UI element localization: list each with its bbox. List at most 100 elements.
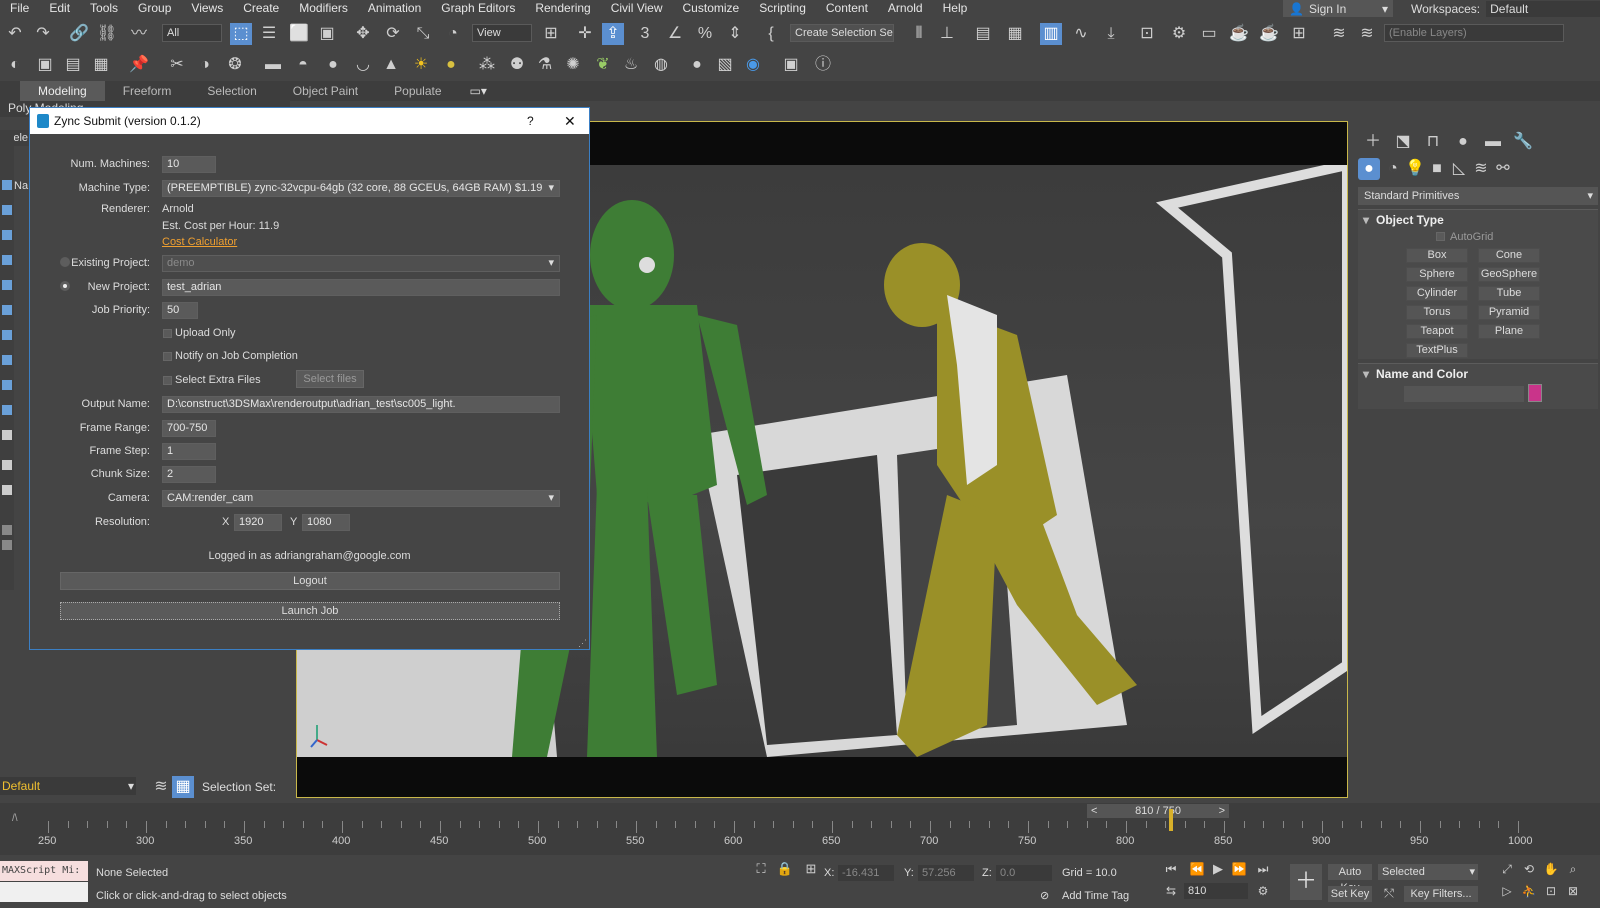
flask-icon[interactable]: ⚗ [534,54,556,76]
material-editor-icon[interactable]: ⊡ [1136,23,1158,45]
job-priority-input[interactable]: 50 [162,302,198,319]
upload-only-checkbox[interactable] [163,329,172,338]
toggle-ribbon-icon[interactable]: ▦ [1004,23,1026,45]
x-field[interactable]: -16.431 [838,865,894,881]
fur-icon[interactable]: ◍ [650,54,672,76]
primitive-category-dropdown[interactable]: Standard Primitives ▾ [1358,187,1598,205]
zoom-icon[interactable]: ⌕ [1562,858,1584,880]
cylinder-button[interactable]: Cylinder [1406,286,1468,301]
notify-checkbox[interactable] [163,352,172,361]
image-icon[interactable]: ▣ [34,54,56,76]
explorer-bones-icon[interactable] [2,405,12,415]
volume-icon[interactable]: ✺ [562,54,584,76]
select-object-icon[interactable]: ⬚ [230,23,252,45]
pan-icon[interactable]: ✋ [1540,858,1562,880]
sphere-icon[interactable]: ● [322,54,344,76]
unlink-icon[interactable]: ⛓ [96,23,118,45]
num-machines-input[interactable]: 10 [162,156,216,173]
menu-animation[interactable]: Animation [358,1,431,15]
schematic-view-icon[interactable]: ⤓ [1100,23,1122,45]
shader-icon[interactable]: ◉ [742,54,764,76]
next-frame-icon[interactable]: ⏩ [1228,858,1250,880]
scale-icon[interactable]: ⤡ [412,23,434,45]
teapot-button[interactable]: Teapot [1406,324,1468,339]
zoom-all-icon[interactable]: ⊠ [1562,880,1584,902]
menu-group[interactable]: Group [128,1,181,15]
explorer-groups-icon[interactable] [2,355,12,365]
explorer-xrefs-icon[interactable] [2,380,12,390]
field-of-view-icon[interactable]: ▷ [1496,880,1518,902]
time-slider-next[interactable]: > [1219,804,1225,818]
sun-icon[interactable]: ☀ [410,54,432,76]
machine-type-select[interactable]: (PREEMPTIBLE) zync-32vcpu-64gb (32 core,… [162,180,560,197]
spheres-icon[interactable]: ⚉ [506,54,528,76]
explorer-warps-icon[interactable] [2,330,12,340]
explorer-find-icon[interactable] [2,525,12,535]
render-icon[interactable]: ☕ [1228,23,1250,45]
modify-tab-icon[interactable]: ⬔ [1392,131,1414,153]
shapes-icon[interactable]: ◔ [1382,158,1404,180]
explorer-helpers-icon[interactable] [2,305,12,315]
mirror-icon[interactable]: ⫴ [908,23,930,45]
cone-icon[interactable]: ▲ [380,54,402,76]
spinner-snap-icon[interactable]: ⇕ [724,23,746,45]
box-button[interactable]: Box [1406,248,1468,263]
sign-in-button[interactable]: 👤 Sign In ▾ [1283,0,1393,17]
layers-icon[interactable]: ≋ [1328,23,1350,45]
menu-graph-editors[interactable]: Graph Editors [431,1,525,15]
space-warps-icon[interactable]: ≋ [1470,158,1492,180]
rendered-frame-icon[interactable]: ▭ [1198,23,1220,45]
hair-icon[interactable]: ♨ [620,54,642,76]
close-button[interactable]: ✕ [564,108,576,134]
menu-file[interactable]: File [0,1,39,15]
frame-range-input[interactable]: 700-750 [162,420,216,437]
menu-edit[interactable]: Edit [39,1,80,15]
systems-icon[interactable]: ⚯ [1492,158,1514,180]
angle-snap-icon[interactable]: ∠ [664,23,686,45]
scene-explorer-icon[interactable]: ▥ [1040,23,1062,45]
object-color-swatch[interactable] [1528,384,1542,402]
y-field[interactable]: 57.256 [918,865,974,881]
launch-job-button[interactable]: Launch Job [60,602,560,620]
window-crossing-icon[interactable]: ▣ [316,23,338,45]
render-view-icon[interactable]: ▣ [780,54,802,76]
z-field[interactable]: 0.0 [996,865,1052,881]
textplus-button[interactable]: TextPlus [1406,343,1468,358]
walkthrough-icon[interactable]: ⛹ [1518,880,1540,902]
set-key-button[interactable]: Set Key [1328,886,1372,902]
open-icon[interactable]: ◐ [4,54,26,76]
orbit-icon[interactable]: ⟲ [1518,858,1540,880]
disc-icon[interactable]: ● [440,54,462,76]
pin-icon[interactable]: 📌 [128,54,150,76]
maximize-toggle-icon[interactable]: ⊡ [1540,880,1562,902]
named-selection-icon[interactable]: { [760,23,782,45]
align-icon[interactable]: ⊥ [936,23,958,45]
time-slider[interactable]: < 810 / 750 > [1087,804,1229,818]
cost-calculator-link[interactable]: Cost Calculator [162,236,237,248]
name-and-color-title[interactable]: Name and Color [1358,364,1598,384]
layers-dropdown[interactable]: (Enable Layers) [1384,24,1564,42]
cone-button[interactable]: Cone [1478,248,1540,263]
layers-toggle-icon[interactable]: ≋ [150,776,172,798]
hierarchy-tab-icon[interactable]: ⊓ [1422,131,1444,153]
go-to-start-icon[interactable]: ⏮ [1160,858,1182,880]
new-project-input[interactable]: test_adrian [162,279,560,296]
select-by-name-icon[interactable]: ☰ [258,23,280,45]
torus-button[interactable]: Torus [1406,305,1468,320]
menu-arnold[interactable]: Arnold [878,1,933,15]
play-icon[interactable]: ▶ [1207,858,1229,880]
tube-button[interactable]: Tube [1478,286,1540,301]
selection-set-icon[interactable]: ▦ [172,776,194,798]
time-config-icon[interactable]: ⚙ [1252,880,1274,902]
move-icon[interactable]: ✥ [352,23,374,45]
explorer-filter-icon[interactable] [2,180,12,190]
snap-toggle-icon[interactable]: 3 [634,23,656,45]
rotate-icon[interactable]: ⟳ [382,23,404,45]
cameras-icon[interactable]: ■ [1426,158,1448,180]
bind-space-warp-icon[interactable]: 〰 [128,23,150,45]
select-manipulate-icon[interactable]: ✛ [574,23,596,45]
render-iterative-icon[interactable]: ☕ [1258,23,1280,45]
undo-icon[interactable]: ↶ [4,23,26,45]
select-files-button[interactable]: Select files [296,370,364,388]
helpers-icon[interactable]: ◺ [1448,158,1470,180]
